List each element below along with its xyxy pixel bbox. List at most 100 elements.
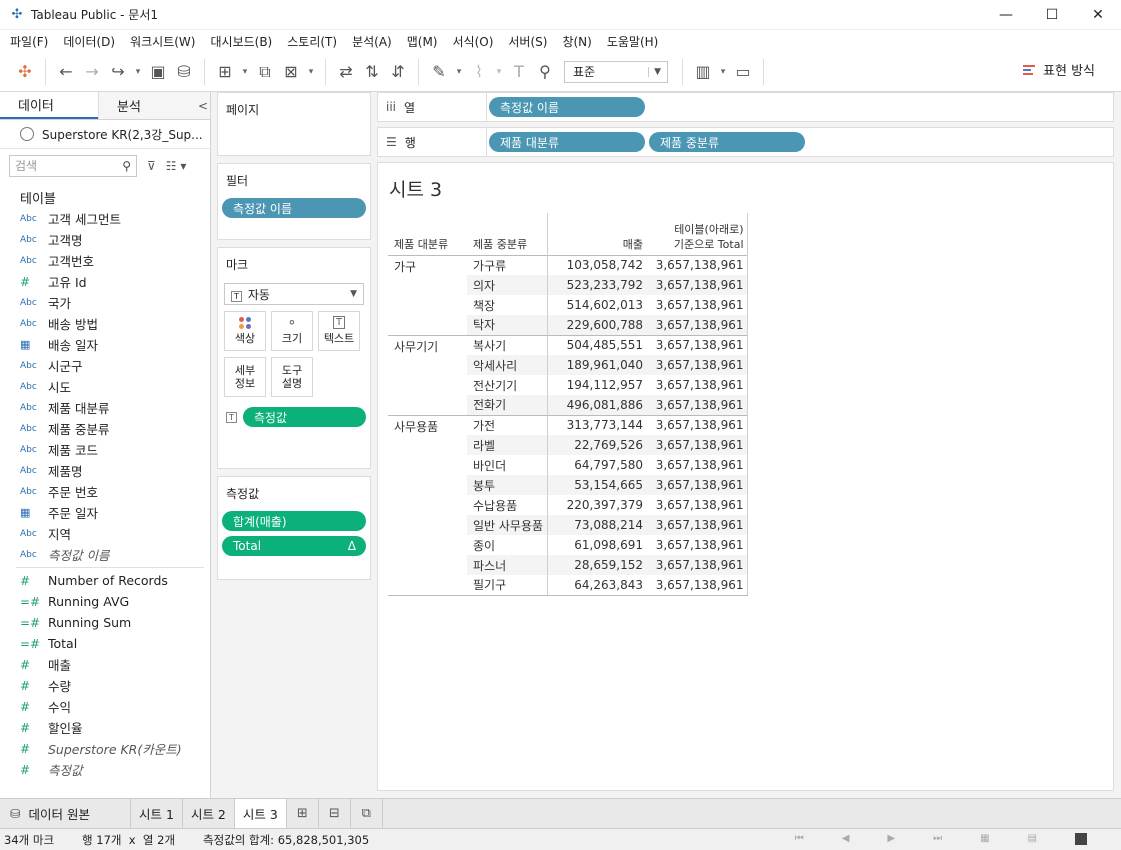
tableau-home-icon[interactable]: ✣ [12,59,38,85]
field-item[interactable]: # Superstore KR(카운트) [0,738,210,759]
field-item[interactable]: Abc 제품명 [0,460,210,481]
field-item[interactable]: Abc 국가 [0,292,210,313]
pin-axes-icon[interactable]: ⚲ [532,59,558,85]
sales-cell[interactable]: 220,397,379 [546,495,648,515]
total-cell[interactable]: 3,657,138,961 [648,254,748,275]
field-item[interactable]: =# Running Sum [0,612,210,633]
view-canvas[interactable]: 시트 3 제품 대분류 제품 중분류 매출 테이블(아래로) 기준으로 Total… [377,162,1114,791]
list-view-icon[interactable]: ▤ [1028,833,1037,845]
subcategory-cell[interactable]: 라벨 [467,435,547,455]
filter-icon[interactable]: ⊽ [147,159,156,173]
field-item[interactable]: Abc 측정값 이름 [0,544,210,565]
group-paperclip-icon[interactable]: ⌇ [466,59,492,85]
total-cell[interactable]: 3,657,138,961 [648,355,748,375]
marks-pill-measure-values[interactable]: 측정값 [242,407,366,427]
field-item[interactable]: Abc 주문 번호 [0,481,210,502]
category-cell[interactable]: 가구 [388,254,467,335]
sales-cell[interactable]: 28,659,152 [546,555,648,575]
prev-page-icon[interactable]: ◀ [842,833,850,845]
field-item[interactable]: # 고유 Id [0,271,210,292]
tooltip-button[interactable]: 도구 설명 [271,357,313,397]
menu-worksheet[interactable]: 워크시트(W) [124,33,201,50]
subcategory-cell[interactable]: 탁자 [467,315,547,335]
total-cell[interactable]: 3,657,138,961 [648,475,748,495]
subcategory-cell[interactable]: 책장 [467,295,547,315]
duplicate-sheet-icon[interactable]: ⧉ [252,59,278,85]
sort-descending-icon[interactable]: ⇵ [385,59,411,85]
total-cell[interactable]: 3,657,138,961 [648,414,748,435]
header-category[interactable]: 제품 대분류 [388,213,467,255]
field-item[interactable]: # Number of Records [0,570,210,591]
highlight-icon[interactable]: ✎ [426,59,452,85]
close-button[interactable]: ✕ [1075,0,1121,30]
subcategory-cell[interactable]: 바인더 [467,455,547,475]
subcategory-cell[interactable]: 필기구 [467,575,547,596]
minimize-button[interactable]: — [983,0,1029,30]
presentation-mode-icon[interactable]: ▭ [730,59,756,85]
field-item[interactable]: # 매출 [0,654,210,675]
clear-dropdown-icon[interactable]: ▾ [304,59,318,85]
view-options-icon[interactable]: ☷ ▾ [166,159,187,173]
total-cell[interactable]: 3,657,138,961 [648,435,748,455]
datasource-item[interactable]: Superstore KR(2,3강_Sup... [0,120,210,148]
menu-analysis[interactable]: 분석(A) [346,33,398,50]
menu-dashboard[interactable]: 대시보드(B) [204,33,278,50]
sort-ascending-icon[interactable]: ⇅ [359,59,385,85]
total-cell[interactable]: 3,657,138,961 [648,535,748,555]
new-dashboard-tab-icon[interactable]: ⊟ [319,799,351,828]
field-item[interactable]: Abc 고객 세그먼트 [0,208,210,229]
field-item[interactable]: # 수익 [0,696,210,717]
subcategory-cell[interactable]: 일반 사무용품 [467,515,547,535]
undo-icon[interactable]: ← [53,59,79,85]
total-cell[interactable]: 3,657,138,961 [648,315,748,335]
field-item[interactable]: # 수량 [0,675,210,696]
collapse-pane-icon[interactable]: < [196,92,210,119]
sales-cell[interactable]: 103,058,742 [546,254,648,275]
header-subcategory[interactable]: 제품 중분류 [467,213,547,255]
sheet-tab-2[interactable]: 시트 2 [183,799,235,828]
filters-card[interactable]: 필터 측정값 이름 [217,163,371,240]
total-cell[interactable]: 3,657,138,961 [648,495,748,515]
total-cell[interactable]: 3,657,138,961 [648,395,748,415]
total-cell[interactable]: 3,657,138,961 [648,275,748,295]
redo-icon[interactable]: → [79,59,105,85]
field-item[interactable]: Abc 시도 [0,376,210,397]
new-worksheet-dropdown-icon[interactable]: ▾ [238,59,252,85]
menu-map[interactable]: 맵(M) [401,33,444,50]
field-item[interactable]: # 측정값 [0,759,210,780]
measure-pill-total[interactable]: Total Δ [222,536,366,556]
size-button[interactable]: ⚬ 크기 [271,311,313,351]
subcategory-cell[interactable]: 수납용품 [467,495,547,515]
subcategory-cell[interactable]: 전화기 [467,395,547,415]
highlight-dropdown-icon[interactable]: ▾ [452,59,466,85]
sales-cell[interactable]: 64,797,580 [546,455,648,475]
field-item[interactable]: Abc 시군구 [0,355,210,376]
menu-format[interactable]: 서식(O) [447,33,500,50]
rows-pill-category[interactable]: 제품 대분류 [489,132,645,152]
first-page-icon[interactable]: ⏮ [795,833,804,845]
mark-type-select[interactable]: T 자동 ▼ [224,283,364,305]
sales-cell[interactable]: 313,773,144 [546,414,648,435]
sales-cell[interactable]: 73,088,214 [546,515,648,535]
category-cell[interactable]: 사무기기 [388,334,467,415]
field-item[interactable]: =# Running AVG [0,591,210,612]
replay-icon[interactable]: ↪ [105,59,131,85]
search-input[interactable]: 검색 ⚲ [9,154,137,177]
field-item[interactable]: Abc 고객명 [0,229,210,250]
show-me-button[interactable]: 표현 방식 [1023,60,1095,79]
new-worksheet-tab-icon[interactable]: ⊞ [287,799,319,828]
category-cell[interactable]: 사무용품 [388,414,467,596]
filter-pill-measure-names[interactable]: 측정값 이름 [222,198,366,218]
sales-cell[interactable]: 523,233,792 [546,275,648,295]
field-item[interactable]: Abc 지역 [0,523,210,544]
sales-cell[interactable]: 61,098,691 [546,535,648,555]
columns-pill-measure-names[interactable]: 측정값 이름 [489,97,645,117]
sales-cell[interactable]: 229,600,788 [546,315,648,335]
show-cards-icon[interactable]: ▥ [690,59,716,85]
sales-cell[interactable]: 22,769,526 [546,435,648,455]
new-worksheet-icon[interactable]: ⊞ [212,59,238,85]
subcategory-cell[interactable]: 의자 [467,275,547,295]
sales-cell[interactable]: 53,154,665 [546,475,648,495]
total-cell[interactable]: 3,657,138,961 [648,575,748,596]
next-page-icon[interactable]: ▶ [887,833,895,845]
